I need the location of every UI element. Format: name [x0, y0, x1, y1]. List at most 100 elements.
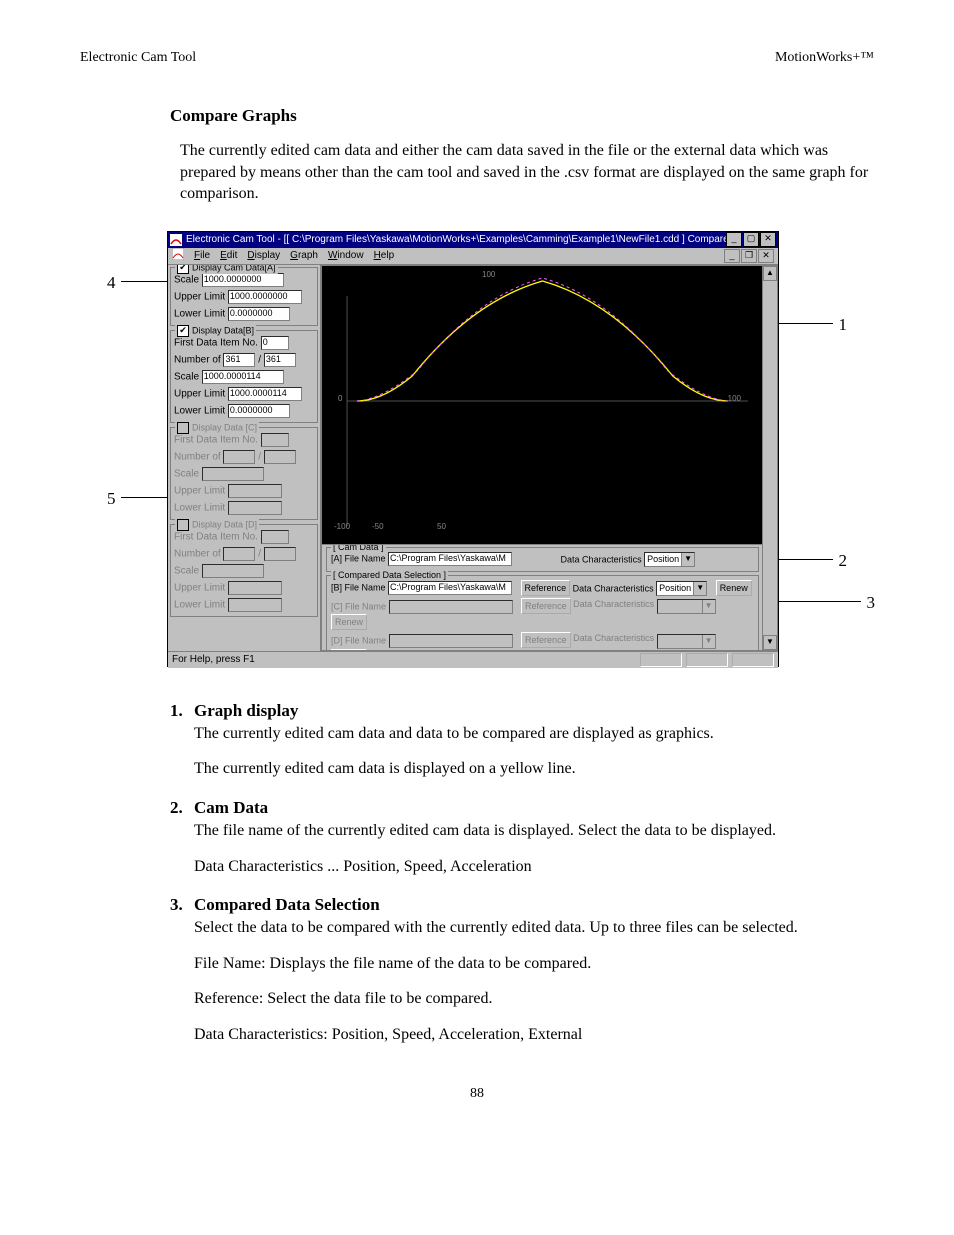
input-c-num2 [264, 450, 296, 464]
menu-edit[interactable]: Edit [220, 250, 237, 261]
mdi-minimize-button[interactable]: _ [724, 249, 740, 263]
item-1-p2: The currently edited cam data is display… [194, 758, 874, 780]
label-c-dc: Data Characteristics [573, 599, 654, 609]
page-header: Electronic Cam Tool MotionWorks+™ [80, 50, 874, 66]
input-a-scale[interactable]: 1000.0000000 [202, 273, 284, 287]
menu-graph[interactable]: Graph [290, 250, 318, 261]
label-a-lower: Lower Limit [174, 308, 225, 319]
bottom-forms: [ Cam Data ] [A] File Name C:\Program Fi… [322, 544, 763, 650]
menu-file[interactable]: File [194, 250, 210, 261]
checkbox-c[interactable] [177, 422, 189, 434]
label-c-lower: Lower Limit [174, 502, 225, 513]
app-icon [170, 234, 182, 246]
status-text: For Help, press F1 [172, 654, 255, 665]
checkbox-d[interactable] [177, 519, 189, 531]
input-d-lower [228, 598, 282, 612]
label-c-first: First Data Item No. [174, 434, 258, 445]
callout-1: 1 [839, 315, 848, 335]
scroll-down-button[interactable]: ▼ [763, 635, 777, 650]
status-cell [732, 653, 774, 667]
input-a-upper[interactable]: 1000.0000000 [228, 290, 302, 304]
list-item-3: 3.Compared Data Selection Select the dat… [170, 895, 874, 1045]
axis-zero: 0 [338, 394, 342, 403]
select-c-dc: ▼ [657, 599, 716, 614]
label-d-first: First Data Item No. [174, 531, 258, 542]
chevron-down-icon: ▼ [702, 600, 715, 613]
minimize-button[interactable]: _ [726, 232, 742, 247]
chevron-down-icon: ▼ [693, 582, 706, 595]
item-3-p2: File Name: Displays the file name of the… [194, 953, 874, 975]
input-b-scale[interactable]: 1000.0000114 [202, 370, 284, 384]
menu-help[interactable]: Help [374, 250, 395, 261]
checkbox-a[interactable]: ✔ [177, 265, 189, 274]
input-b-lower[interactable]: 0.0000000 [228, 404, 290, 418]
input-a-filename[interactable]: C:\Program Files\Yaskawa\M [388, 552, 512, 566]
label-c-scale: Scale [174, 468, 199, 479]
group-display-d: Display Data [D] First Data Item No. Num… [170, 524, 318, 617]
doc-icon [172, 248, 184, 263]
list-item-1: 1.Graph display The currently edited cam… [170, 701, 874, 780]
graph-display[interactable]: 100 0 100 -100 -50 50 [322, 266, 763, 536]
reference-d-button[interactable]: Reference [521, 632, 571, 648]
input-c-lower [228, 501, 282, 515]
renew-c-button: Renew [331, 614, 367, 630]
label-a-upper: Upper Limit [174, 291, 225, 302]
input-b-num2[interactable]: 361 [264, 353, 296, 367]
axis-tick1: -50 [372, 522, 384, 531]
reference-b-button[interactable]: Reference [521, 580, 571, 596]
menu-window[interactable]: Window [328, 250, 364, 261]
app-window: Electronic Cam Tool - [[ C:\Program File… [167, 231, 779, 667]
select-d-dc: ▼ [657, 634, 716, 649]
axis-right: 100 [728, 394, 741, 403]
input-b-upper[interactable]: 1000.0000114 [228, 387, 302, 401]
graph-pane: 100 0 100 -100 -50 50 [ Cam Data ] [A] F… [321, 265, 778, 651]
callout-3: 3 [867, 593, 876, 613]
compared-legend: [ Compared Data Selection ] [331, 570, 448, 580]
vertical-scrollbar[interactable]: ▲ ▼ [762, 266, 777, 650]
renew-b-button[interactable]: Renew [716, 580, 752, 596]
label-d-scale: Scale [174, 565, 199, 576]
item-1-title: Graph display [194, 701, 298, 721]
item-3-p3: Reference: Select the data file to be co… [194, 988, 874, 1010]
list-item-2: 2.Cam Data The file name of the currentl… [170, 798, 874, 877]
camdata-group: [ Cam Data ] [A] File Name C:\Program Fi… [326, 547, 759, 572]
select-a-dc[interactable]: Position▼ [644, 552, 695, 567]
callout-2: 2 [839, 551, 848, 571]
scroll-up-button[interactable]: ▲ [763, 266, 777, 281]
label-b-number: Number of [174, 354, 221, 365]
maximize-button[interactable]: ▢ [743, 232, 759, 247]
chevron-down-icon: ▼ [681, 553, 694, 566]
label-b-upper: Upper Limit [174, 388, 225, 399]
input-a-lower[interactable]: 0.0000000 [228, 307, 290, 321]
compared-group: [ Compared Data Selection ] [B] File Nam… [326, 575, 759, 650]
input-b-num1[interactable]: 361 [223, 353, 255, 367]
input-d-first [261, 530, 289, 544]
label-d-filename: [D] File Name [331, 635, 386, 645]
axis-top: 100 [482, 270, 495, 279]
mdi-close-button[interactable]: ✕ [758, 249, 774, 263]
input-c-num1 [223, 450, 255, 464]
input-b-first[interactable]: 0 [261, 336, 289, 350]
close-button[interactable]: ✕ [760, 232, 776, 247]
label-b-filename: [B] File Name [331, 583, 386, 593]
item-1-p1: The currently edited cam data and data t… [194, 723, 874, 745]
input-d-num1 [223, 547, 255, 561]
checkbox-b[interactable]: ✔ [177, 325, 189, 337]
reference-c-button[interactable]: Reference [521, 598, 571, 614]
header-right: MotionWorks+™ [775, 50, 874, 66]
input-b-filename[interactable]: C:\Program Files\Yaskawa\M [388, 581, 512, 595]
group-display-a: ✔Display Cam Data[A] Scale 1000.0000000 … [170, 267, 318, 326]
renew-d-button: Renew [331, 649, 367, 650]
label-b-first: First Data Item No. [174, 337, 258, 348]
select-b-dc[interactable]: Position▼ [656, 581, 707, 596]
label-c-upper: Upper Limit [174, 485, 225, 496]
input-c-scale [202, 467, 264, 481]
menubar: File Edit Display Graph Window Help _ ❐ … [168, 248, 778, 265]
mdi-restore-button[interactable]: ❐ [741, 249, 757, 263]
menu-display[interactable]: Display [247, 250, 280, 261]
intro-paragraph: The currently edited cam data and either… [180, 140, 874, 205]
input-d-upper [228, 581, 282, 595]
label-d-lower: Lower Limit [174, 599, 225, 610]
item-2-p1: The file name of the currently edited ca… [194, 820, 874, 842]
label-b-dc: Data Characteristics [573, 583, 654, 593]
